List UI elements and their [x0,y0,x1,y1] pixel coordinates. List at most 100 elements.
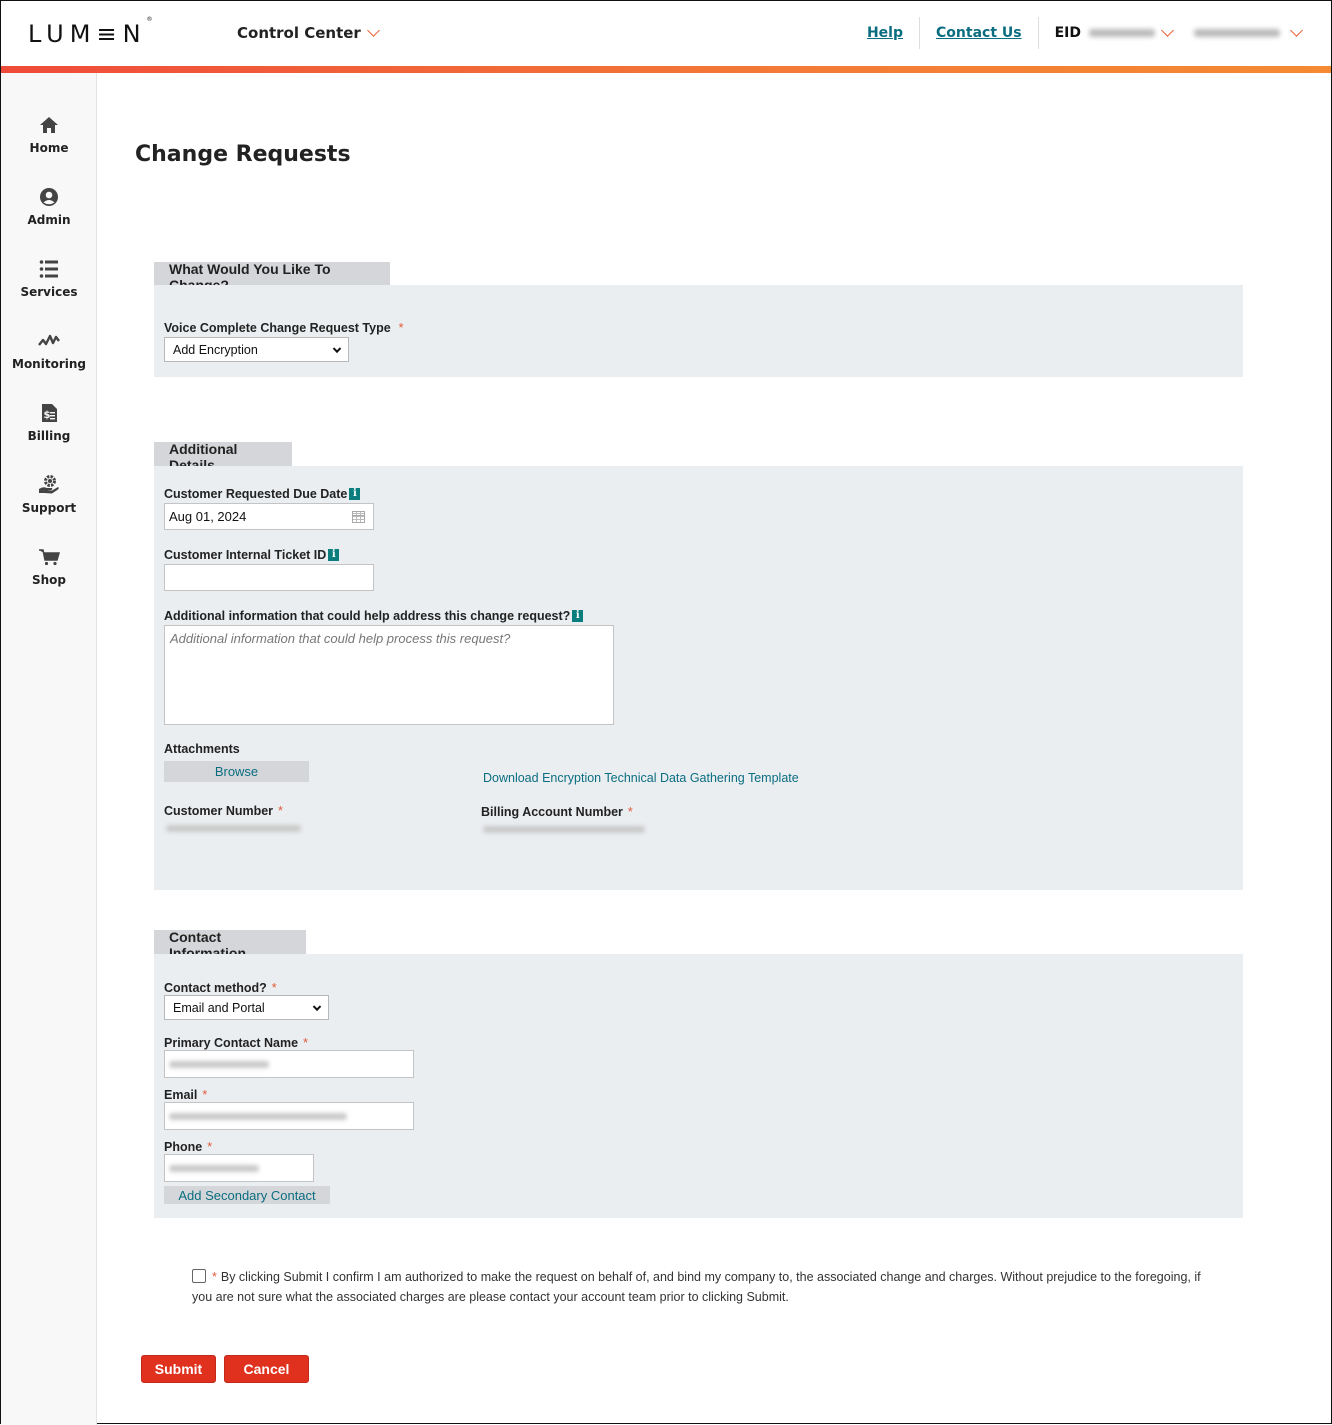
button-label: Browse [214,764,259,779]
username-redacted [1194,29,1280,37]
customer-number-label: Customer Number * [164,804,283,818]
due-date-value: Aug 01, 2024 [169,509,247,524]
help-link[interactable]: Help [851,25,919,41]
cart-icon [39,549,60,566]
info-icon[interactable]: i [328,549,340,561]
browse-button[interactable]: Browse [164,761,309,782]
additional-info-textarea[interactable]: Additional information that could help p… [164,625,614,725]
phone-input[interactable] [164,1154,314,1182]
chevron-down-icon [1290,24,1303,37]
header-nav: Help Contact Us EID [851,17,1303,49]
additional-info-label: Additional information that could help a… [164,609,584,623]
invoice-icon: $ [42,404,57,422]
required-asterisk: * [303,1036,308,1050]
sidebar-item-label: Monitoring [12,357,86,371]
label-text: Primary Contact Name [164,1036,299,1050]
eid-label: EID [1054,25,1081,41]
app-switcher-label: Control Center [237,24,361,42]
label-text: Customer Internal Ticket ID [164,548,327,562]
required-asterisk: * [278,804,283,818]
chevron-down-icon [312,1002,322,1011]
due-date-label: Customer Requested Due Date i [164,487,361,501]
lumen-logo[interactable]: LUM≡N® [28,16,153,48]
email-label: Email * [164,1088,207,1102]
sidebar-item-shop[interactable]: Shop [1,547,97,589]
billing-account-number-value-redacted [483,826,645,833]
sidebar-item-label: Services [20,285,78,299]
required-asterisk: * [207,1140,213,1154]
label-text: Contact method? [164,981,267,995]
required-asterisk: * [202,1088,208,1102]
chevron-down-icon [1161,24,1174,37]
cancel-button[interactable]: Cancel [224,1355,309,1383]
sidebar-item-monitoring[interactable]: Monitoring [1,331,97,373]
chevron-down-icon [366,24,380,37]
contact-method-label: Contact method? * [164,981,277,995]
info-icon[interactable]: i [572,610,584,622]
sidebar-item-label: Home [29,141,69,155]
billing-account-number-label: Billing Account Number * [481,805,633,819]
authorization-text: By clicking Submit I confirm I am author… [192,1270,1201,1304]
contact-method-select[interactable]: Email and Portal [164,995,329,1020]
attachments-label: Attachments [164,742,240,756]
user-menu-dropdown[interactable] [1188,24,1303,37]
change-type-select[interactable]: Add Encryption [164,337,349,362]
sidebar: Home Admin Services Monitoring $ Billing… [1,73,97,1425]
sidebar-item-services[interactable]: Services [1,259,97,301]
pulse-icon [38,334,60,346]
app-switcher-dropdown[interactable]: Control Center [237,24,380,42]
home-icon [40,117,58,133]
brand-gradient-bar [1,66,1331,73]
label-text: Email [164,1088,198,1102]
required-asterisk: * [212,1270,217,1284]
ticket-id-input[interactable] [164,564,374,591]
label-text: Customer Number [164,804,274,818]
sidebar-item-label: Admin [27,213,71,227]
phone-redacted [169,1164,259,1172]
contact-us-link[interactable]: Contact Us [920,25,1038,41]
eid-value-redacted [1089,29,1155,37]
sidebar-item-label: Support [21,501,77,515]
customer-number-value-redacted [166,825,301,832]
sidebar-item-label: Shop [31,573,67,587]
chevron-down-icon [332,344,342,353]
required-asterisk: * [627,805,633,819]
list-icon [39,260,58,278]
primary-contact-name-label: Primary Contact Name * [164,1036,308,1050]
required-asterisk: * [271,981,277,995]
authorization-confirmation: * By clicking Submit I confirm I am autho… [192,1267,1222,1307]
required-asterisk: * [398,321,404,335]
change-type-label: Voice Complete Change Request Type * [164,321,404,335]
authorization-checkbox[interactable] [192,1269,206,1283]
sidebar-item-label: Billing [27,429,71,443]
user-circle-icon [40,188,58,206]
page-title: Change Requests [135,142,351,167]
add-secondary-contact-button[interactable]: Add Secondary Contact [164,1186,330,1204]
primary-contact-name-redacted [169,1060,269,1068]
email-redacted [169,1112,347,1120]
email-input[interactable] [164,1102,414,1130]
textarea-placeholder: Additional information that could help p… [170,631,511,646]
eid-dropdown[interactable]: EID [1039,24,1188,41]
due-date-input[interactable]: Aug 01, 2024 [164,503,374,530]
download-template-link[interactable]: Download Encryption Technical Data Gathe… [483,771,799,785]
label-text: Billing Account Number [481,805,623,819]
label-text: Phone [164,1140,203,1154]
sidebar-item-billing[interactable]: $ Billing [1,403,97,445]
submit-button[interactable]: Submit [141,1355,216,1383]
change-type-value: Add Encryption [173,342,258,357]
sidebar-item-home[interactable]: Home [1,115,97,157]
contact-method-value: Email and Portal [173,1000,265,1015]
phone-label: Phone * [164,1140,212,1154]
top-bar: LUM≡N® Control Center Help Contact Us EI… [1,1,1331,66]
svg-text:$: $ [44,410,51,421]
label-text: Attachments [164,742,240,756]
sidebar-item-support[interactable]: Support [1,475,97,517]
support-gear-hand-icon [39,475,59,494]
button-label: Add Secondary Contact [178,1187,316,1203]
sidebar-item-admin[interactable]: Admin [1,187,97,229]
info-icon[interactable]: i [349,488,361,500]
section-panel-contact-information [154,954,1243,1218]
primary-contact-name-input[interactable] [164,1050,414,1078]
calendar-icon[interactable] [352,511,365,523]
